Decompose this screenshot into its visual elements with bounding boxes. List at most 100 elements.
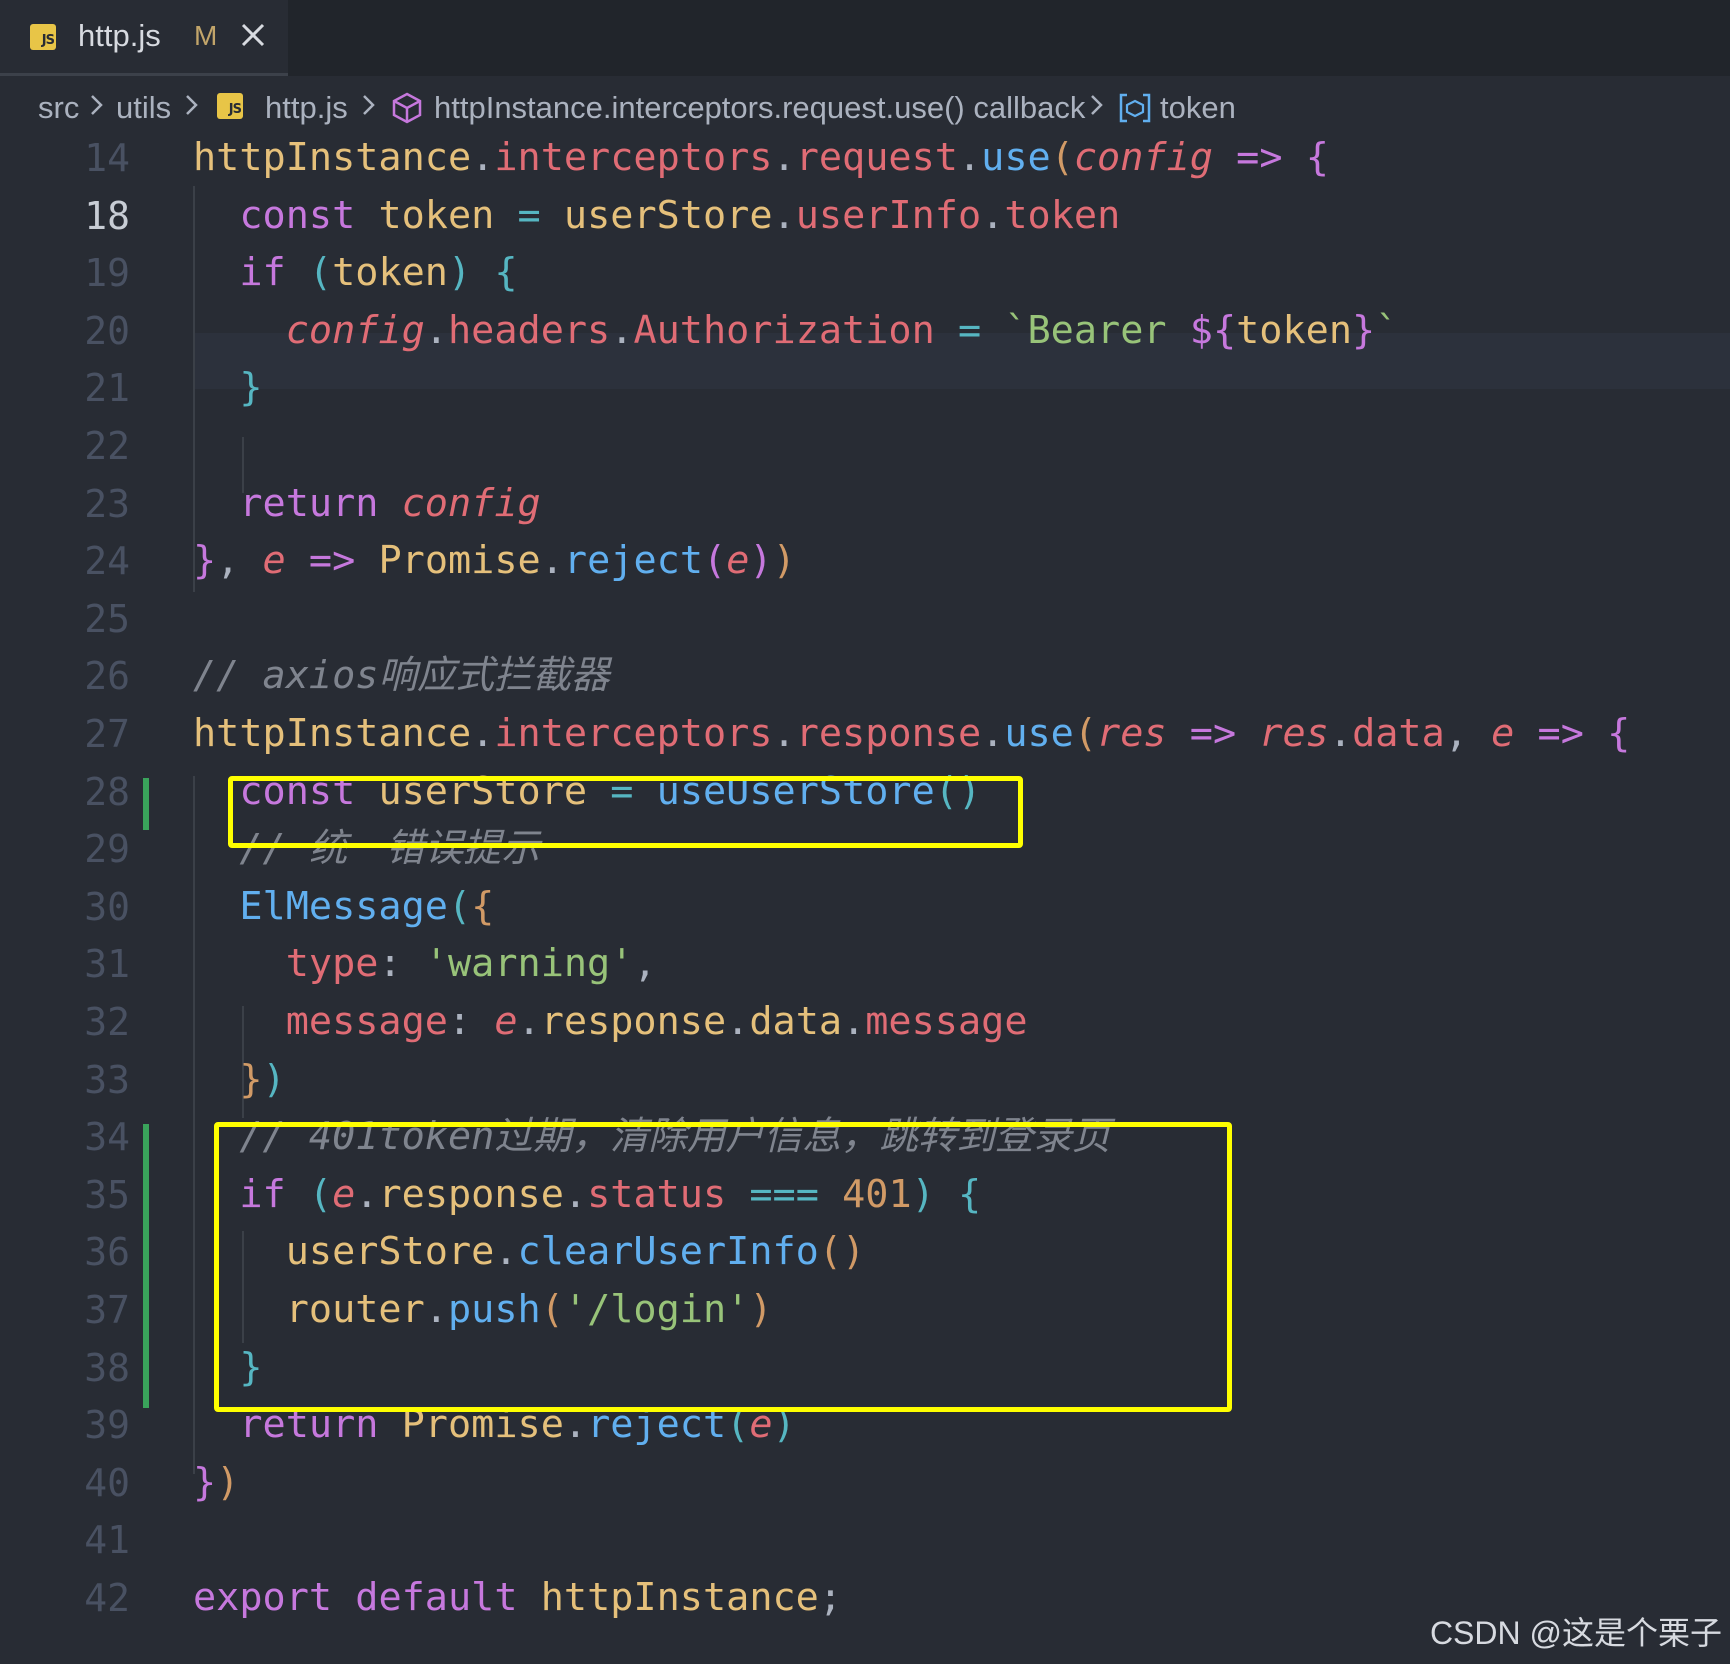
code-token: httpInstance	[540, 1575, 819, 1620]
code-text: }	[193, 360, 263, 416]
line-number: 31	[84, 942, 130, 987]
code-token: (	[308, 250, 333, 296]
code-token: Promise	[378, 538, 541, 584]
code-token: :	[447, 999, 495, 1044]
breadcrumb-item-token[interactable]: token	[1160, 90, 1236, 126]
tab-http-js[interactable]: JS http.js M	[0, 0, 288, 76]
line-number: 24	[84, 539, 130, 584]
code-token: =>	[308, 538, 356, 584]
code-token: ElMessage	[239, 883, 448, 929]
code-text: ElMessage({	[193, 879, 494, 935]
code-line[interactable]: 24 }, e => Promise.reject(e))	[0, 533, 1730, 589]
breadcrumb-item-file[interactable]: http.js	[265, 90, 348, 126]
code-token: {	[471, 883, 495, 929]
code-line[interactable]: 25	[0, 591, 1730, 647]
code-line[interactable]: 18 const token = userStore.userInfo.toke…	[0, 188, 1730, 244]
code-token: config	[401, 480, 541, 526]
code-token: default	[355, 1575, 518, 1620]
breadcrumb-item-callback[interactable]: httpInstance.interceptors.request.use() …	[434, 90, 1085, 126]
code-line[interactable]: 21 }	[0, 360, 1730, 416]
breadcrumb-item-src[interactable]: src	[38, 90, 79, 126]
code-token: .	[540, 538, 564, 584]
variable-icon	[1119, 93, 1151, 123]
code-token: 'warning'	[424, 941, 634, 987]
code-text: const token = userStore.userInfo.token	[193, 188, 1120, 244]
code-line[interactable]: 26 // axios响应式拦截器	[0, 648, 1730, 704]
code-text: type: 'warning',	[193, 936, 657, 992]
code-token: ${	[1189, 307, 1237, 353]
code-text: config.headers.Authorization = `Bearer $…	[193, 303, 1399, 359]
code-token: .	[772, 192, 796, 238]
code-token: .	[842, 999, 866, 1044]
line-number: 20	[84, 308, 130, 353]
code-token: (	[1050, 135, 1074, 180]
code-token: ;	[818, 1575, 843, 1620]
code-line[interactable]: 20 config.headers.Authorization = `Beare…	[0, 303, 1730, 359]
code-token: e	[262, 538, 286, 584]
js-file-icon: JS	[217, 93, 243, 119]
code-token: return	[239, 480, 379, 526]
editor-tab-bar: JS http.js M	[0, 0, 1730, 76]
code-line[interactable]: 41	[0, 1512, 1730, 1568]
code-line[interactable]: 14 httpInstance.interceptors.request.use(…	[0, 130, 1730, 186]
code-text: }, e => Promise.reject(e))	[193, 533, 796, 589]
line-number: 22	[84, 424, 130, 468]
code-token: =	[957, 307, 982, 353]
code-token: res	[1259, 711, 1329, 756]
code-line[interactable]: 30 ElMessage({	[0, 879, 1730, 935]
code-token: }	[193, 538, 217, 584]
code-token: data	[749, 999, 843, 1044]
code-line[interactable]: 32 message: e.response.data.message	[0, 994, 1730, 1050]
line-number: 39	[84, 1403, 130, 1448]
close-icon[interactable]	[238, 20, 268, 50]
code-line[interactable]: 23 return config	[0, 476, 1730, 532]
breadcrumb-item-utils[interactable]: utils	[116, 90, 171, 126]
line-number: 42	[84, 1576, 130, 1620]
highlight-box-userstore	[228, 776, 1023, 848]
code-text: if (token) {	[193, 245, 517, 301]
code-token: response	[795, 711, 982, 756]
code-token: e	[1491, 711, 1515, 756]
code-token: =	[517, 192, 541, 238]
code-text: return config	[193, 476, 541, 532]
code-token: )	[262, 1056, 286, 1102]
code-token: .	[424, 307, 448, 353]
code-editor[interactable]: 14 httpInstance.interceptors.request.use(…	[0, 130, 1730, 1664]
code-line[interactable]: 33 })	[0, 1052, 1730, 1108]
code-token: =>	[1236, 135, 1283, 180]
code-line[interactable]: 19 if (token) {	[0, 245, 1730, 301]
code-token: `	[1375, 307, 1399, 353]
line-number: 41	[84, 1518, 130, 1563]
line-number: 33	[84, 1057, 130, 1102]
chevron-right-icon	[186, 95, 198, 115]
watermark: CSDN @这是个栗子	[1429, 1615, 1722, 1651]
code-token: }	[239, 365, 263, 411]
line-number: 21	[84, 366, 130, 411]
code-token: config	[285, 307, 425, 353]
code-line[interactable]: 22	[0, 418, 1730, 474]
code-token: token	[1004, 192, 1121, 238]
code-line[interactable]: 27 httpInstance.interceptors.response.use…	[0, 706, 1730, 762]
code-token: {	[1305, 135, 1329, 180]
code-line[interactable]: 31 type: 'warning',	[0, 936, 1730, 992]
code-token: type	[285, 941, 379, 987]
code-text: // axios响应式拦截器	[193, 648, 609, 704]
code-line[interactable]: 40})	[0, 1455, 1730, 1511]
code-token: res	[1097, 711, 1167, 756]
code-token: headers	[447, 307, 611, 353]
code-token: interceptors	[494, 711, 773, 756]
line-number: 23	[84, 481, 130, 526]
line-number: 25	[84, 596, 130, 641]
chevron-right-icon	[363, 95, 375, 115]
code-token: token	[1236, 307, 1353, 353]
